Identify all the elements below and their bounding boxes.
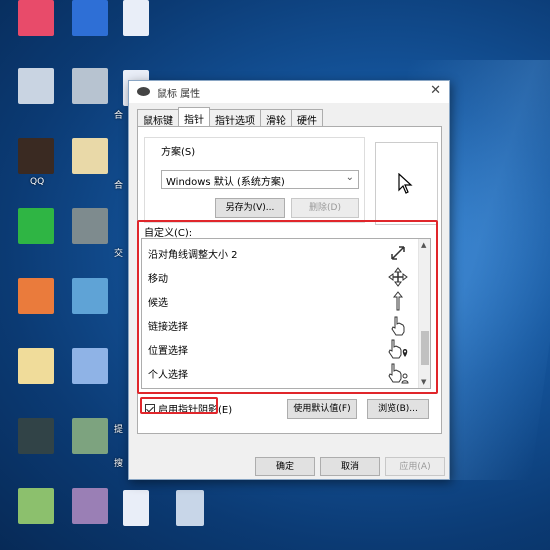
desktop-icon-word-1[interactable] <box>123 0 149 36</box>
mouse-icon <box>137 87 150 96</box>
title-bar[interactable]: 鼠标 属性 ✕ <box>129 81 449 103</box>
desktop-icon-green-blue[interactable] <box>72 278 108 314</box>
scheme-dropdown[interactable]: Windows 默认 (系统方案) ⌄ <box>161 170 359 189</box>
apply-button[interactable]: 应用(A) <box>385 457 445 476</box>
desktop-icon-orange[interactable] <box>18 278 54 314</box>
scheme-group: 方案(S) Windows 默认 (系统方案) ⌄ 另存为(V)... 删除(D… <box>144 137 365 223</box>
scheme-label: 方案(S) <box>159 143 198 158</box>
desktop-icon-dark-1[interactable] <box>18 418 54 454</box>
use-default-button[interactable]: 使用默认值(F) <box>287 399 357 419</box>
desktop-icon-app-small[interactable] <box>176 490 204 526</box>
desktop-label-jiao: 交 <box>114 249 124 259</box>
tab-pointers[interactable]: 指针 <box>178 107 210 126</box>
desktop-icon-qq[interactable] <box>18 138 54 174</box>
pointer-preview <box>375 142 438 225</box>
desktop-label-ti: 提 <box>114 425 124 435</box>
desktop-label-he1: 合 <box>114 111 124 121</box>
desktop-label-sou: 搜 <box>114 459 124 469</box>
desktop-icon-app-blue[interactable] <box>72 0 108 36</box>
highlight-customize-box <box>137 220 438 394</box>
desktop-label-he2: 合 <box>114 181 124 191</box>
desktop-icon-doc-yellow[interactable] <box>72 138 108 174</box>
desktop-icon-wechat[interactable] <box>18 208 54 244</box>
ok-button[interactable]: 确定 <box>255 457 315 476</box>
highlight-shadow-box <box>140 397 218 414</box>
desktop-icon-purple[interactable] <box>72 488 108 524</box>
tab-pointer-options[interactable]: 指针选项 <box>209 109 261 127</box>
chevron-down-icon: ⌄ <box>345 172 354 183</box>
close-button[interactable]: ✕ <box>430 83 441 98</box>
tab-buttons[interactable]: 鼠标键 <box>137 109 179 127</box>
desktop-icon-meitu[interactable] <box>18 0 54 36</box>
delete-button[interactable]: 删除(D) <box>291 198 359 218</box>
desktop-icon-green-2[interactable] <box>72 418 108 454</box>
tab-strip: 鼠标键 指针 指针选项 滑轮 硬件 <box>137 107 323 127</box>
desktop-icon-word-3[interactable] <box>123 490 149 526</box>
desktop-label-qq: QQ <box>30 177 45 187</box>
desktop-icon-yellow-1[interactable] <box>18 348 54 384</box>
tab-hardware[interactable]: 硬件 <box>291 109 323 127</box>
browse-button[interactable]: 浏览(B)... <box>367 399 429 419</box>
cancel-button[interactable]: 取消 <box>320 457 380 476</box>
desktop-icon-green-3[interactable] <box>18 488 54 524</box>
arrow-pointer-icon <box>398 173 413 194</box>
dialog-title: 鼠标 属性 <box>157 89 201 100</box>
desktop-icon-photo-1[interactable] <box>18 68 54 104</box>
save-as-button[interactable]: 另存为(V)... <box>215 198 285 218</box>
desktop-icon-blue-doc[interactable] <box>72 348 108 384</box>
scheme-selected-value: Windows 默认 (系统方案) <box>166 177 285 188</box>
desktop-icon-gray-1[interactable] <box>72 208 108 244</box>
tab-wheel[interactable]: 滑轮 <box>260 109 292 127</box>
desktop-icon-photo-2[interactable] <box>72 68 108 104</box>
